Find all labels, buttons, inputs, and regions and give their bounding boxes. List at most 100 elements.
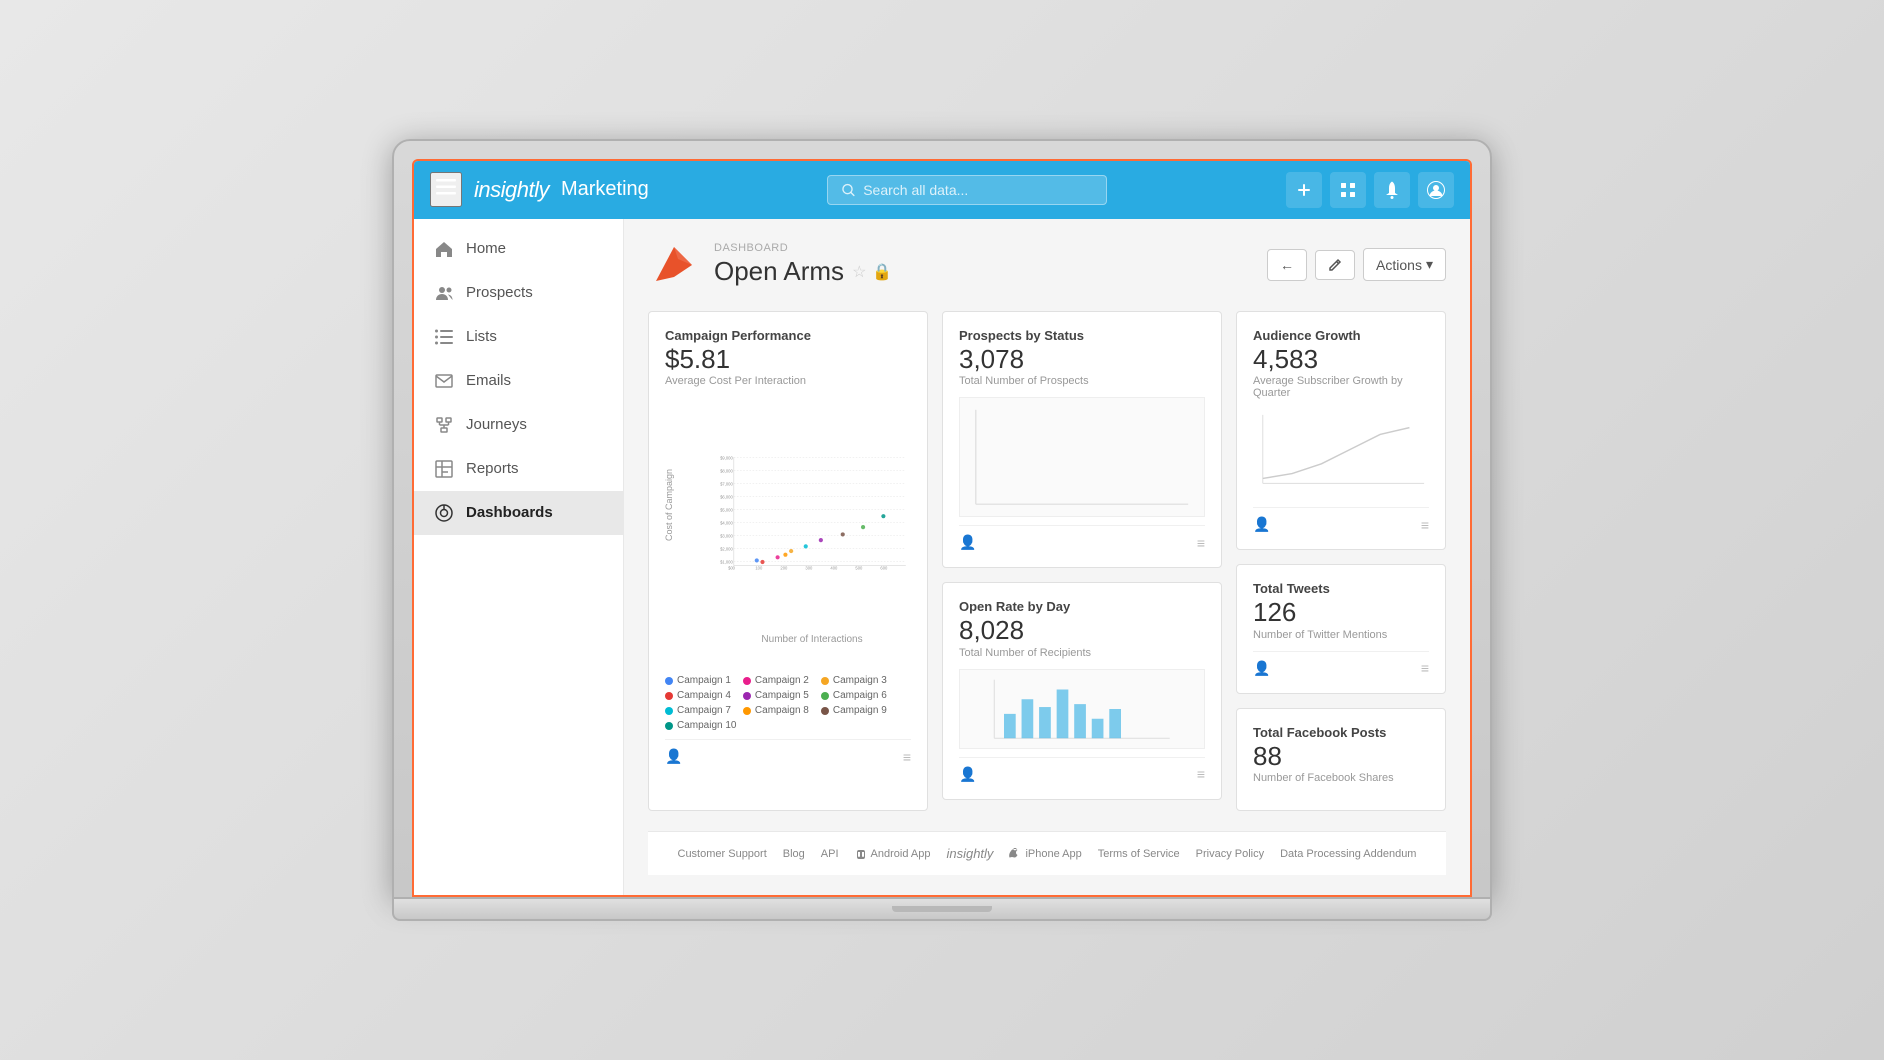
sidebar-item-lists-label: Lists bbox=[466, 328, 497, 345]
legend-label-4: Campaign 4 bbox=[677, 690, 731, 701]
star-icon[interactable]: ☆ bbox=[852, 262, 866, 282]
prospects-user-icon[interactable]: 👤 bbox=[959, 534, 976, 551]
menu-button[interactable] bbox=[430, 172, 462, 207]
legend-dot-2 bbox=[743, 677, 751, 685]
reports-icon bbox=[434, 459, 454, 479]
sidebar-item-home[interactable]: Home bbox=[414, 227, 623, 271]
sidebar-item-journeys-label: Journeys bbox=[466, 416, 527, 433]
logo: insightly bbox=[474, 177, 549, 203]
open-rate-widget-footer: 👤 ≡ bbox=[959, 757, 1205, 783]
footer-link-android[interactable]: Android App bbox=[871, 848, 931, 860]
open-rate-subtitle: Total Number of Recipients bbox=[959, 647, 1205, 659]
legend-dot-5 bbox=[743, 692, 751, 700]
svg-text:$7,000: $7,000 bbox=[720, 482, 733, 487]
widget-facebook: Total Facebook Posts 88 Number of Facebo… bbox=[1236, 708, 1446, 812]
dashboard-logo bbox=[648, 239, 700, 291]
search-icon bbox=[842, 183, 855, 197]
widget-prospects: Prospects by Status 3,078 Total Number o… bbox=[942, 311, 1222, 569]
legend-label-8: Campaign 8 bbox=[755, 705, 809, 716]
audience-user-icon[interactable]: 👤 bbox=[1253, 516, 1270, 533]
tweets-menu-icon[interactable]: ≡ bbox=[1421, 660, 1429, 676]
footer-link-api[interactable]: API bbox=[821, 848, 839, 860]
back-button[interactable]: ← bbox=[1267, 249, 1307, 281]
actions-button[interactable]: Actions ▾ bbox=[1363, 248, 1446, 281]
footer-link-support[interactable]: Customer Support bbox=[678, 848, 767, 860]
sidebar-item-lists[interactable]: Lists bbox=[414, 315, 623, 359]
topbar: insightly Marketing bbox=[414, 161, 1470, 219]
edit-button[interactable] bbox=[1315, 250, 1355, 280]
footer-link-privacy[interactable]: Privacy Policy bbox=[1196, 848, 1264, 860]
laptop-base bbox=[392, 899, 1492, 921]
dashboard-name-icons: ☆ 🔒 bbox=[852, 262, 892, 282]
sidebar-item-reports[interactable]: Reports bbox=[414, 447, 623, 491]
legend-dot-3 bbox=[821, 677, 829, 685]
chevron-down-icon: ▾ bbox=[1426, 256, 1433, 273]
legend-label-5: Campaign 5 bbox=[755, 690, 809, 701]
campaign-menu-icon[interactable]: ≡ bbox=[903, 749, 911, 765]
sidebar-item-dashboards-label: Dashboards bbox=[466, 504, 553, 521]
legend-item-4: Campaign 4 bbox=[665, 690, 731, 701]
actions-label: Actions bbox=[1376, 257, 1422, 273]
campaign-scatter-chart: $9,000 $8,000 $7,000 $6,000 $5,000 $4,00… bbox=[713, 397, 911, 627]
search-bar[interactable] bbox=[827, 175, 1107, 205]
svg-text:400: 400 bbox=[830, 566, 838, 571]
legend-dot-7 bbox=[665, 707, 673, 715]
footer-link-dpa[interactable]: Data Processing Addendum bbox=[1280, 848, 1416, 860]
facebook-title: Total Facebook Posts bbox=[1253, 725, 1429, 740]
svg-text:$4,000: $4,000 bbox=[720, 521, 733, 526]
prospects-subtitle: Total Number of Prospects bbox=[959, 375, 1205, 387]
footer-link-blog[interactable]: Blog bbox=[783, 848, 805, 860]
sidebar-item-dashboards[interactable]: Dashboards bbox=[414, 491, 623, 535]
user-button[interactable] bbox=[1418, 172, 1454, 208]
open-rate-value: 8,028 bbox=[959, 616, 1205, 645]
audience-chart bbox=[1253, 409, 1429, 499]
audience-menu-icon[interactable]: ≡ bbox=[1421, 517, 1429, 533]
grid-button[interactable] bbox=[1330, 172, 1366, 208]
prospects-menu-icon[interactable]: ≡ bbox=[1197, 535, 1205, 551]
open-rate-title: Open Rate by Day bbox=[959, 599, 1205, 614]
dashboard-title-text: Open Arms bbox=[714, 256, 844, 287]
add-button[interactable] bbox=[1286, 172, 1322, 208]
open-rate-menu-icon[interactable]: ≡ bbox=[1197, 766, 1205, 782]
legend-label-3: Campaign 3 bbox=[833, 675, 887, 686]
footer-logo: insightly bbox=[946, 846, 993, 861]
app-name: Marketing bbox=[561, 178, 649, 201]
facebook-subtitle: Number of Facebook Shares bbox=[1253, 772, 1429, 784]
prospects-title: Prospects by Status bbox=[959, 328, 1205, 343]
notifications-button[interactable] bbox=[1374, 172, 1410, 208]
legend-item-2: Campaign 2 bbox=[743, 675, 809, 686]
legend-label-7: Campaign 7 bbox=[677, 705, 731, 716]
campaign-user-icon[interactable]: 👤 bbox=[665, 748, 682, 765]
svg-text:$2,000: $2,000 bbox=[720, 547, 733, 552]
topbar-right-icons bbox=[1286, 172, 1454, 208]
svg-text:500: 500 bbox=[855, 566, 863, 571]
tweets-user-icon[interactable]: 👤 bbox=[1253, 660, 1270, 677]
campaign-performance-value: $5.81 bbox=[665, 345, 911, 374]
sidebar-item-prospects-label: Prospects bbox=[466, 284, 533, 301]
search-input[interactable] bbox=[863, 182, 1092, 198]
legend-dot-1 bbox=[665, 677, 673, 685]
open-rate-user-icon[interactable]: 👤 bbox=[959, 766, 976, 783]
content-area: DASHBOARD Open Arms ☆ 🔒 ← bbox=[624, 219, 1470, 896]
lock-icon[interactable]: 🔒 bbox=[872, 262, 892, 282]
footer-link-iphone[interactable]: iPhone App bbox=[1025, 848, 1081, 860]
chart-legend: Campaign 1 Campaign 2 Campaign 3 bbox=[665, 675, 911, 731]
prospects-icon bbox=[434, 283, 454, 303]
legend-label-9: Campaign 9 bbox=[833, 705, 887, 716]
svg-text:600: 600 bbox=[880, 566, 888, 571]
footer-link-tos[interactable]: Terms of Service bbox=[1098, 848, 1180, 860]
dashboards-icon bbox=[434, 503, 454, 523]
sidebar-item-prospects[interactable]: Prospects bbox=[414, 271, 623, 315]
legend-dot-8 bbox=[743, 707, 751, 715]
svg-text:$3,000: $3,000 bbox=[720, 534, 733, 539]
open-rate-chart bbox=[959, 669, 1205, 749]
sidebar-item-emails[interactable]: Emails bbox=[414, 359, 623, 403]
campaign-performance-title: Campaign Performance bbox=[665, 328, 911, 343]
sidebar-item-journeys[interactable]: Journeys bbox=[414, 403, 623, 447]
middle-column: Prospects by Status 3,078 Total Number o… bbox=[942, 311, 1222, 812]
legend-label-10: Campaign 10 bbox=[677, 720, 736, 731]
apple-icon bbox=[1009, 848, 1021, 860]
tweets-widget-footer: 👤 ≡ bbox=[1253, 651, 1429, 677]
edit-icon bbox=[1328, 258, 1342, 272]
facebook-value: 88 bbox=[1253, 742, 1429, 771]
